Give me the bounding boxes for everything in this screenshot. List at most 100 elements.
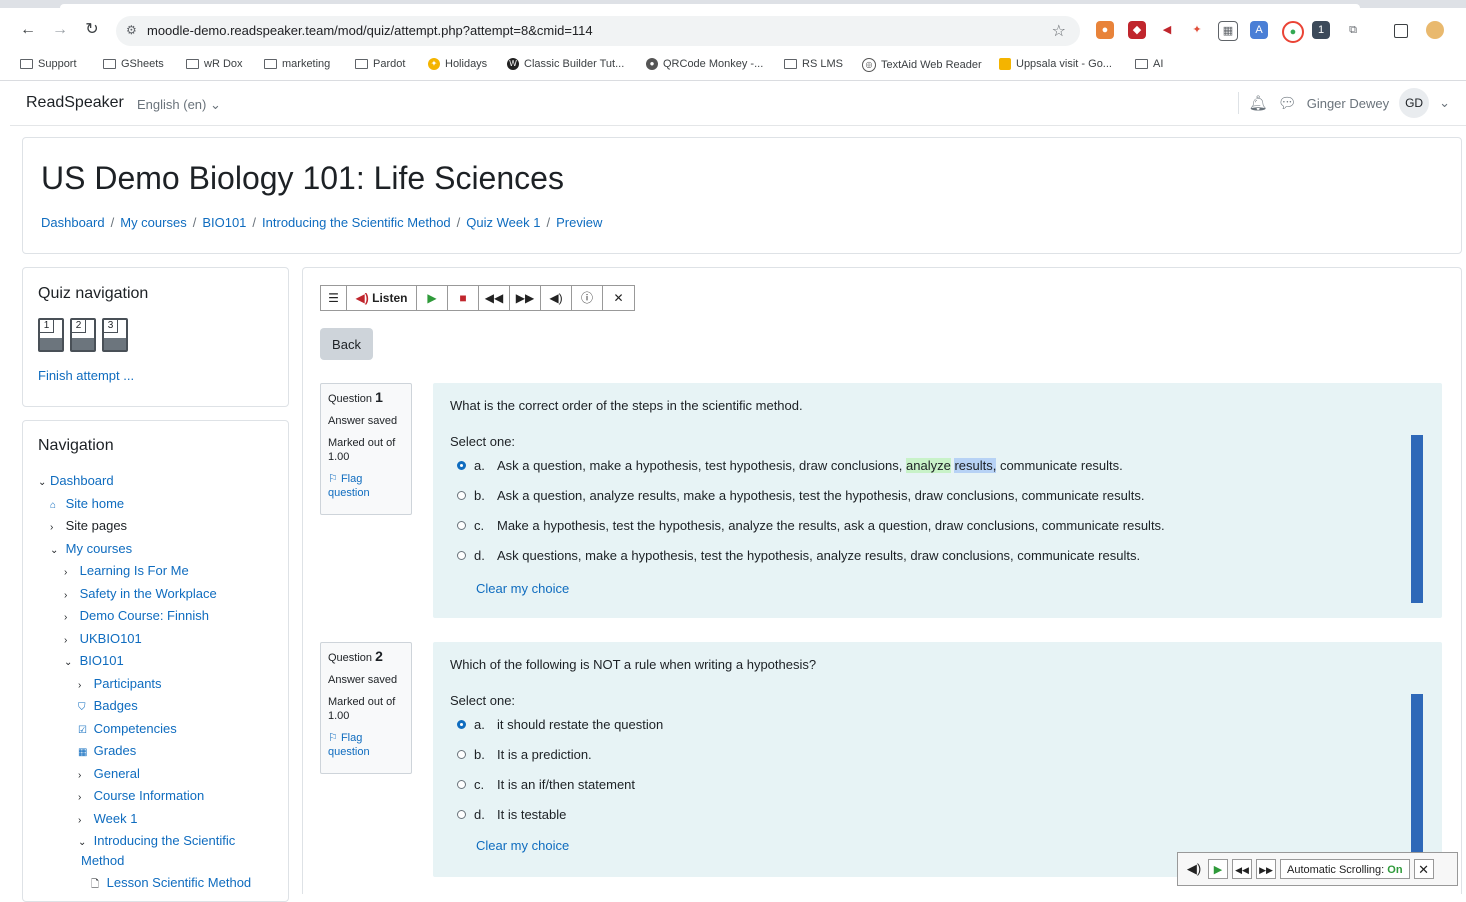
nav-my-courses[interactable]: ⌄ My courses: [50, 541, 132, 556]
bookmark-pardot[interactable]: Pardot: [355, 58, 405, 70]
nav-ukbio101[interactable]: › UKBIO101: [64, 631, 142, 646]
close-icon[interactable]: ✕: [1413, 859, 1434, 879]
clear-choice-2[interactable]: Clear my choice: [476, 838, 569, 853]
flag-question-1[interactable]: ⚐ Flag question: [328, 472, 404, 500]
listen-button[interactable]: ◀) Listen: [347, 286, 417, 310]
question-1-option-c[interactable]: c. Make a hypothesis, test the hypothesis…: [457, 518, 1165, 533]
puzzle-icon[interactable]: ⧉: [1344, 21, 1362, 39]
reload-icon[interactable]: ↻: [82, 20, 102, 40]
play-icon[interactable]: ▶: [417, 286, 448, 310]
radio-unselected[interactable]: [457, 810, 466, 819]
radio-unselected[interactable]: [457, 551, 466, 560]
nav-bio101[interactable]: ⌄ BIO101: [64, 653, 124, 668]
nav-learning-is-for-me[interactable]: › Learning Is For Me: [64, 563, 189, 578]
nav-participants[interactable]: › Participants: [78, 676, 162, 691]
menu-icon[interactable]: ☰: [321, 286, 347, 310]
question-2-option-d[interactable]: d. It is testable: [457, 807, 566, 822]
radio-unselected[interactable]: [457, 491, 466, 500]
speaker-extension-icon[interactable]: ◀: [1158, 21, 1176, 39]
bookmark-qrcode-monkey[interactable]: ● QRCode Monkey -...: [646, 58, 763, 70]
play-icon[interactable]: ▶: [1208, 859, 1228, 879]
info-icon[interactable]: ⓘ: [572, 286, 603, 310]
address-bar[interactable]: ⚙ moodle-demo.readspeaker.team/mod/quiz/…: [116, 16, 1080, 46]
question-1-option-d[interactable]: d. Ask questions, make a hypothesis, test…: [457, 548, 1140, 563]
bookmark-wr-dox[interactable]: wR Dox: [186, 58, 243, 70]
nav-general[interactable]: › General: [78, 766, 140, 781]
close-icon[interactable]: ✕: [603, 286, 634, 310]
bookmark-rs-lms[interactable]: RS LMS: [784, 58, 843, 70]
clear-choice-1[interactable]: Clear my choice: [476, 581, 569, 596]
nav-badges[interactable]: ⛉ Badges: [78, 698, 138, 713]
bookmark-uppsala[interactable]: Uppsala visit - Go...: [999, 58, 1112, 70]
extension-icon[interactable]: ●: [1096, 21, 1114, 39]
radio-selected[interactable]: [457, 461, 466, 470]
avatar[interactable]: GD: [1399, 88, 1430, 118]
nav-course-information[interactable]: › Course Information: [78, 788, 204, 803]
chat-bubble-icon[interactable]: 💬︎: [1278, 94, 1297, 112]
finish-attempt-link[interactable]: Finish attempt ...: [38, 368, 134, 383]
stop-icon[interactable]: ■: [448, 286, 479, 310]
nav-demo-finnish[interactable]: › Demo Course: Finnish: [64, 608, 209, 623]
nav-introducing-scientific[interactable]: ⌄ Introducing the Scientific: [78, 833, 235, 848]
site-settings-icon[interactable]: ⚙: [126, 23, 137, 37]
bookmark-marketing[interactable]: marketing: [264, 58, 330, 70]
site-brand[interactable]: ReadSpeaker: [26, 94, 124, 112]
nav-safety-workplace[interactable]: › Safety in the Workplace: [64, 586, 217, 601]
breadcrumb-my-courses[interactable]: My courses: [120, 215, 186, 230]
question-1-option-b[interactable]: b. Ask a question, analyze results, make …: [457, 488, 1144, 503]
chrome-extension-icon[interactable]: ●: [1282, 21, 1304, 43]
fast-forward-icon[interactable]: ▶▶: [1256, 859, 1276, 879]
question-1-option-a[interactable]: a. Ask a question, make a hypothesis, tes…: [457, 458, 1123, 473]
color-extension-icon[interactable]: ✦: [1188, 21, 1206, 39]
bookmark-textaid[interactable]: ◎ TextAid Web Reader: [862, 58, 982, 72]
nav-dashboard[interactable]: ⌄ Dashboard: [38, 473, 114, 488]
nav-introducing-scientific-cont[interactable]: Method: [81, 853, 124, 868]
nav-site-pages[interactable]: › Site pages: [50, 518, 127, 533]
shield-extension-icon[interactable]: ◆: [1128, 21, 1146, 39]
bookmark-star-icon[interactable]: ☆: [1052, 21, 1066, 41]
bookmark-ai[interactable]: AI: [1135, 58, 1163, 70]
bookmark-classic-builder[interactable]: W Classic Builder Tut...: [507, 58, 624, 70]
question-2-option-c[interactable]: c. It is an if/then statement: [457, 777, 635, 792]
radio-unselected[interactable]: [457, 750, 466, 759]
sidepanel-icon[interactable]: [1394, 24, 1408, 38]
bell-icon[interactable]: 🔔︎: [1249, 94, 1268, 112]
language-menu[interactable]: English (en) ⌄: [137, 97, 221, 113]
forward-arrow-icon[interactable]: →: [50, 20, 70, 40]
translate-extension-icon[interactable]: A: [1250, 21, 1268, 39]
bookmark-holidays[interactable]: ✦ Holidays: [428, 58, 487, 70]
radio-unselected[interactable]: [457, 521, 466, 530]
auto-scroll-toggle[interactable]: Automatic Scrolling: On: [1280, 859, 1410, 879]
speaker-icon[interactable]: ◀): [1184, 859, 1204, 879]
breadcrumb-dashboard[interactable]: Dashboard: [41, 215, 105, 230]
nav-week-1[interactable]: › Week 1: [78, 811, 137, 826]
bookmark-support[interactable]: Support: [20, 58, 77, 70]
volume-icon[interactable]: ◀): [541, 286, 572, 310]
nav-grades[interactable]: ▦ Grades: [78, 743, 136, 758]
quiz-nav-question-1[interactable]: 1: [38, 318, 64, 352]
question-2-option-b[interactable]: b. It is a prediction.: [457, 747, 592, 762]
fast-forward-icon[interactable]: ▶▶: [510, 286, 541, 310]
bookmark-gsheets[interactable]: GSheets: [103, 58, 164, 70]
rewind-icon[interactable]: ◀◀: [1232, 859, 1252, 879]
badge-extension-icon[interactable]: 1: [1312, 21, 1330, 39]
profile-avatar-icon[interactable]: [1426, 21, 1444, 39]
back-button[interactable]: Back: [320, 328, 373, 360]
quiz-nav-question-2[interactable]: 2: [70, 318, 96, 352]
breadcrumb-preview[interactable]: Preview: [556, 215, 602, 230]
breadcrumb-quiz-week-1[interactable]: Quiz Week 1: [466, 215, 540, 230]
back-arrow-icon[interactable]: ←: [18, 20, 38, 40]
flag-question-2[interactable]: ⚐ Flag question: [328, 731, 404, 759]
nav-lesson-scientific-method[interactable]: 🗋 Lesson Scientific Method: [91, 875, 251, 894]
rewind-icon[interactable]: ◀◀: [479, 286, 510, 310]
radio-unselected[interactable]: [457, 780, 466, 789]
quiz-nav-question-3[interactable]: 3: [102, 318, 128, 352]
radio-selected[interactable]: [457, 720, 466, 729]
qr-extension-icon[interactable]: ▦: [1218, 21, 1238, 41]
breadcrumb-scientific-method[interactable]: Introducing the Scientific Method: [262, 215, 451, 230]
breadcrumb-bio101[interactable]: BIO101: [202, 215, 246, 230]
chevron-down-icon[interactable]: ⌄: [1439, 95, 1450, 111]
user-name[interactable]: Ginger Dewey: [1307, 96, 1389, 111]
nav-site-home[interactable]: ⌂ Site home: [50, 496, 124, 511]
question-2-option-a[interactable]: a. it should restate the question: [457, 717, 663, 732]
